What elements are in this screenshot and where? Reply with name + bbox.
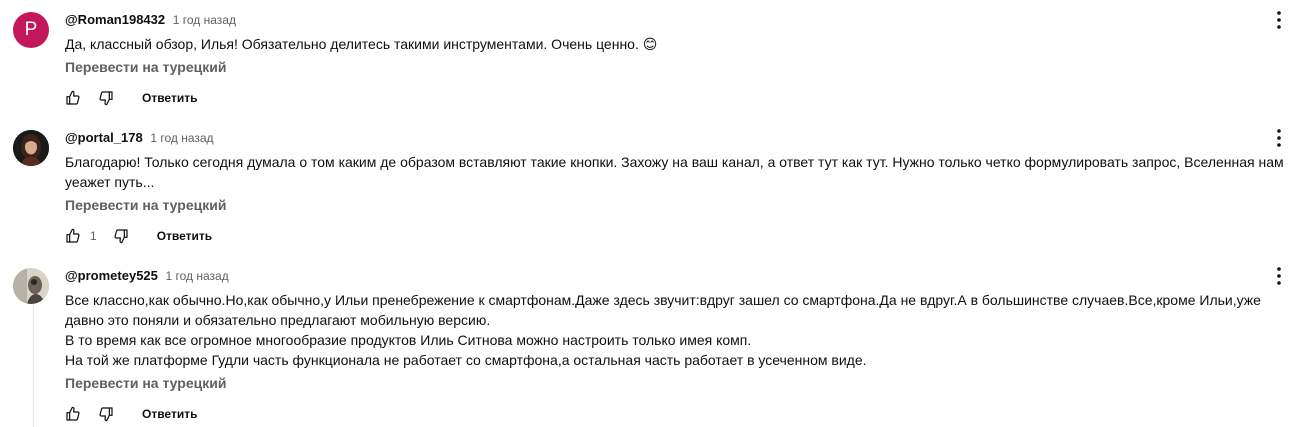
avatar-photo [13, 268, 49, 304]
author-name[interactable]: @Roman198432 [65, 12, 165, 27]
translate-button[interactable]: Перевести на турецкий [65, 197, 226, 213]
comment-text: Все классно,как обычно.Но,как обычно,у И… [65, 292, 1261, 368]
thumbs-down-icon [99, 91, 113, 106]
author-name[interactable]: @prometey525 [65, 268, 158, 283]
author-name[interactable]: @portal_178 [65, 130, 143, 145]
comment-actions: Ответить [65, 86, 197, 110]
avatar-letter: P [24, 19, 38, 40]
comment-time[interactable]: 1 год назад [173, 13, 236, 27]
dislike-button[interactable] [98, 406, 114, 422]
comment-time[interactable]: 1 год назад [150, 131, 213, 145]
comment-text: Благодарю! Только сегодня думала о том к… [65, 154, 1284, 190]
dislike-button[interactable] [113, 228, 129, 244]
dislike-button[interactable] [98, 90, 114, 106]
thumbs-down-icon [99, 407, 113, 422]
avatar-photo [13, 130, 49, 166]
avatar[interactable] [13, 268, 49, 304]
thumbs-up-icon [66, 228, 80, 243]
more-vert-icon [1277, 129, 1281, 147]
comment-text: Да, классный обзор, Илья! Обязательно де… [65, 36, 658, 52]
avatar[interactable] [13, 130, 49, 166]
reply-button[interactable]: Ответить [142, 91, 197, 105]
like-count: 1 [90, 229, 97, 243]
more-options-button[interactable] [1271, 10, 1287, 30]
comment-actions: Ответить [65, 402, 197, 426]
thread-line [33, 296, 34, 427]
like-button[interactable] [65, 90, 81, 106]
translate-button[interactable]: Перевести на турецкий [65, 375, 226, 391]
thumbs-up-icon [66, 406, 80, 421]
comment-header: @prometey525 1 год назад [65, 268, 229, 283]
comment-actions: 1 Ответить [65, 224, 212, 248]
more-options-button[interactable] [1271, 128, 1287, 148]
thumbs-down-icon [114, 229, 128, 244]
reply-button[interactable]: Ответить [157, 229, 212, 243]
reply-button[interactable]: Ответить [142, 407, 197, 421]
more-vert-icon [1277, 11, 1281, 29]
more-options-button[interactable] [1271, 266, 1287, 286]
like-button[interactable] [65, 406, 81, 422]
more-vert-icon [1277, 267, 1281, 285]
like-button[interactable] [65, 228, 81, 244]
avatar[interactable]: P [13, 12, 49, 48]
comment-header: @portal_178 1 год назад [65, 130, 214, 145]
thumbs-up-icon [66, 90, 80, 105]
comment-time[interactable]: 1 год назад [166, 269, 229, 283]
comment-header: @Roman198432 1 год назад [65, 12, 236, 27]
translate-button[interactable]: Перевести на турецкий [65, 59, 226, 75]
